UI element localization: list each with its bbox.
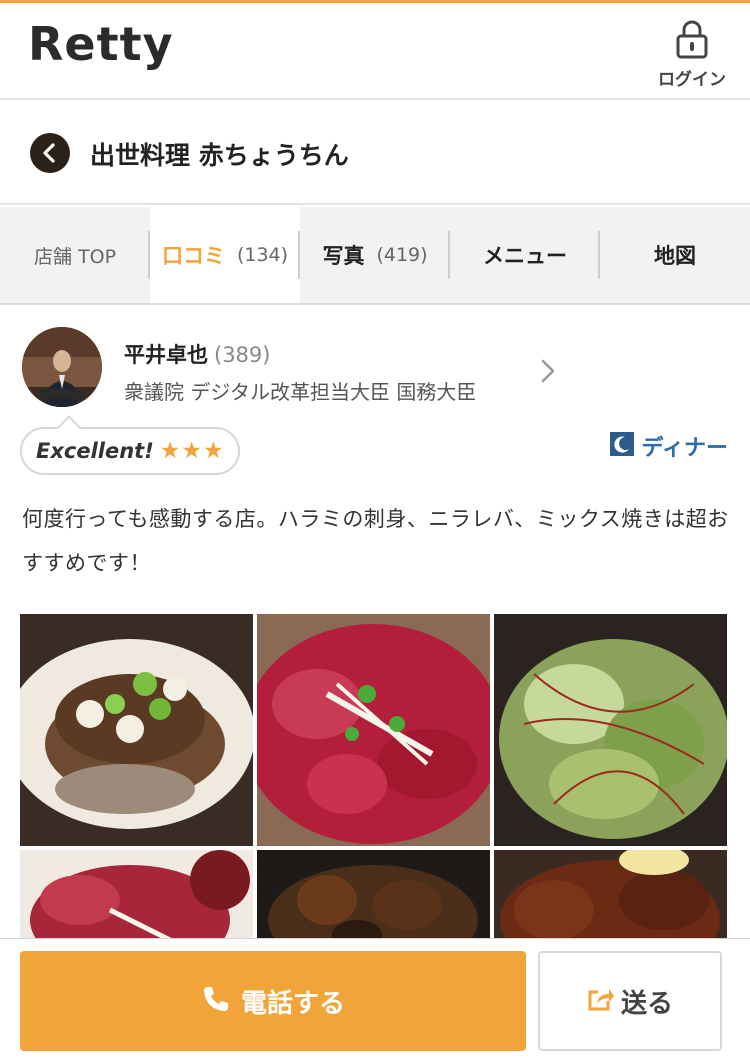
lock-icon xyxy=(654,19,730,59)
tab-photos[interactable]: 写真 (419) xyxy=(300,207,450,303)
star-rating: ★ ★ ★ xyxy=(159,437,224,464)
login-button[interactable]: ログイン xyxy=(654,19,730,90)
tab-map[interactable]: 地図 xyxy=(600,207,750,303)
tab-reviews[interactable]: 口コミ (134) xyxy=(150,207,300,303)
rating-badge: Excellent! ★ ★ ★ xyxy=(20,427,240,475)
tab-label: メニュー xyxy=(483,244,567,268)
phone-icon xyxy=(201,984,231,1018)
rating-label: Excellent! xyxy=(36,439,154,463)
back-button[interactable] xyxy=(30,133,70,173)
review-photo[interactable] xyxy=(257,614,490,846)
app-header: Retty ログイン xyxy=(0,0,750,100)
chevron-right-icon[interactable] xyxy=(540,357,556,389)
login-label: ログイン xyxy=(658,70,726,90)
moon-icon xyxy=(609,432,634,460)
call-button-label: 電話する xyxy=(240,988,345,1019)
avatar[interactable] xyxy=(22,327,102,407)
shop-name: 出世料理 赤ちょうちん xyxy=(90,141,349,170)
tab-menu[interactable]: メニュー xyxy=(450,207,600,303)
reviewer-review-count: (389) xyxy=(214,343,271,367)
tab-label: 口コミ xyxy=(161,244,225,268)
send-button[interactable]: 送る xyxy=(538,951,722,1051)
bottom-action-bar: 電話する 送る xyxy=(0,938,750,1061)
star-icon: ★ xyxy=(181,437,203,464)
review-photo[interactable] xyxy=(20,850,253,940)
shop-header: 出世料理 赤ちょうちん xyxy=(0,100,750,205)
review-photo[interactable] xyxy=(257,850,490,940)
tab-label: 写真 xyxy=(322,244,365,268)
review-text: 何度行っても感動する店。ハラミの刺身、ニラレバ、ミックス焼きは超おすすめです！ xyxy=(22,507,729,575)
tab-label: 店舗 TOP xyxy=(33,245,117,268)
star-icon: ★ xyxy=(203,437,224,464)
review-photo[interactable] xyxy=(20,614,253,846)
retty-logo[interactable]: Retty xyxy=(28,17,174,71)
tab-label: 地図 xyxy=(654,244,696,268)
reviewer-name[interactable]: 平井卓也 (389) xyxy=(124,339,270,369)
tab-count: (134) xyxy=(236,244,289,266)
meal-time: ディナー xyxy=(609,430,728,462)
reviewer-name-text: 平井卓也 xyxy=(124,343,208,367)
tab-bar: 店舗 TOP 口コミ (134) 写真 (419) メニュー 地図 xyxy=(0,207,750,305)
send-button-label: 送る xyxy=(620,988,673,1019)
call-button[interactable]: 電話する xyxy=(20,951,526,1051)
reviewer-title: 衆議院 デジタル改革担当大臣 国務大臣 xyxy=(124,380,477,404)
tab-count: (419) xyxy=(376,244,428,266)
review-photo[interactable] xyxy=(494,850,727,940)
photo-grid xyxy=(20,614,730,940)
tab-shop-top[interactable]: 店舗 TOP xyxy=(0,207,150,303)
share-icon xyxy=(587,986,615,1016)
star-icon: ★ xyxy=(159,437,181,464)
review-photo[interactable] xyxy=(494,614,727,846)
meal-time-label: ディナー xyxy=(641,436,728,461)
